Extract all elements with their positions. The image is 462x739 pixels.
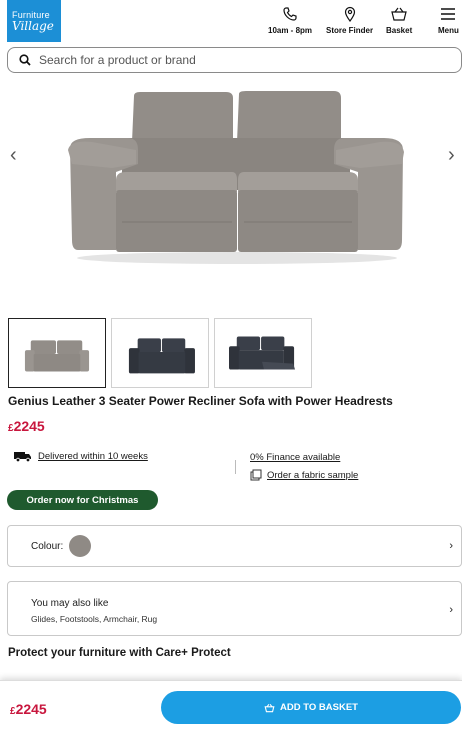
product-main-image[interactable]: [0, 80, 462, 280]
finance-link[interactable]: 0% Finance available: [250, 452, 340, 463]
chevron-right-icon: ›: [449, 604, 453, 616]
care-protect-heading: Protect your furniture with Care+ Protec…: [8, 647, 231, 659]
sticky-footer: £2245 ADD TO BASKET: [0, 680, 462, 739]
divider: [235, 460, 236, 474]
search-bar[interactable]: [7, 47, 462, 73]
also-like-heading: You may also like: [31, 598, 109, 609]
colour-label: Colour:: [31, 540, 64, 552]
basket-icon: [391, 7, 407, 21]
chevron-left-icon[interactable]: ‹: [10, 145, 17, 165]
delivery-text: Delivered within 10 weeks: [38, 451, 148, 462]
colour-selector[interactable]: Colour: ›: [7, 525, 462, 567]
thumbnail-black-reclined[interactable]: [214, 318, 312, 388]
thumbnail-grey[interactable]: [8, 318, 106, 388]
footer-price-value: 2245: [15, 701, 47, 717]
footer-price: £2245: [10, 701, 47, 717]
logo-line2: Village: [12, 18, 54, 33]
chevron-right-icon: ›: [449, 540, 453, 552]
logo-line1: Furniture: [12, 9, 50, 20]
add-to-basket-button[interactable]: ADD TO BASKET: [161, 691, 461, 724]
logo[interactable]: Furniture Village: [7, 0, 61, 42]
christmas-badge: Order now for Christmas: [7, 490, 158, 510]
location-pin-icon: [344, 6, 355, 22]
product-title: Genius Leather 3 Seater Power Recliner S…: [8, 394, 393, 408]
search-icon: [19, 54, 31, 66]
also-like-items: Glides, Footstools, Armchair, Rug: [31, 614, 158, 624]
fabric-sample-text: Order a fabric sample: [267, 469, 359, 481]
store-finder-label: Store Finder: [326, 26, 374, 35]
add-to-basket-label: ADD TO BASKET: [280, 702, 358, 713]
product-price: £2245: [8, 418, 45, 434]
delivery-info[interactable]: Delivered within 10 weeks: [14, 451, 148, 462]
hours-label: 10am - 8pm: [268, 26, 313, 35]
chevron-right-icon[interactable]: ›: [448, 145, 455, 165]
store-finder-link[interactable]: Store Finder: [326, 6, 373, 35]
menu-label: Menu: [438, 26, 459, 35]
price-value: 2245: [13, 418, 45, 434]
fabric-sample-link[interactable]: Order a fabric sample: [250, 469, 358, 481]
truck-icon: [14, 452, 31, 462]
search-input[interactable]: [39, 53, 419, 67]
colour-swatch[interactable]: [69, 535, 92, 557]
phone-icon: [283, 7, 297, 21]
fabric-sample-icon: [250, 469, 262, 481]
header: Furniture Village 10am - 8pm Store Finde…: [0, 0, 462, 44]
basket-link[interactable]: Basket: [386, 6, 412, 35]
basket-label: Basket: [386, 26, 413, 35]
menu-icon: [441, 8, 456, 20]
you-may-also-like[interactable]: You may also like Glides, Footstools, Ar…: [7, 581, 462, 636]
menu-button[interactable]: Menu: [438, 6, 459, 35]
opening-hours-link[interactable]: 10am - 8pm: [268, 6, 312, 35]
basket-icon: [264, 703, 275, 712]
thumbnail-black[interactable]: [111, 318, 209, 388]
